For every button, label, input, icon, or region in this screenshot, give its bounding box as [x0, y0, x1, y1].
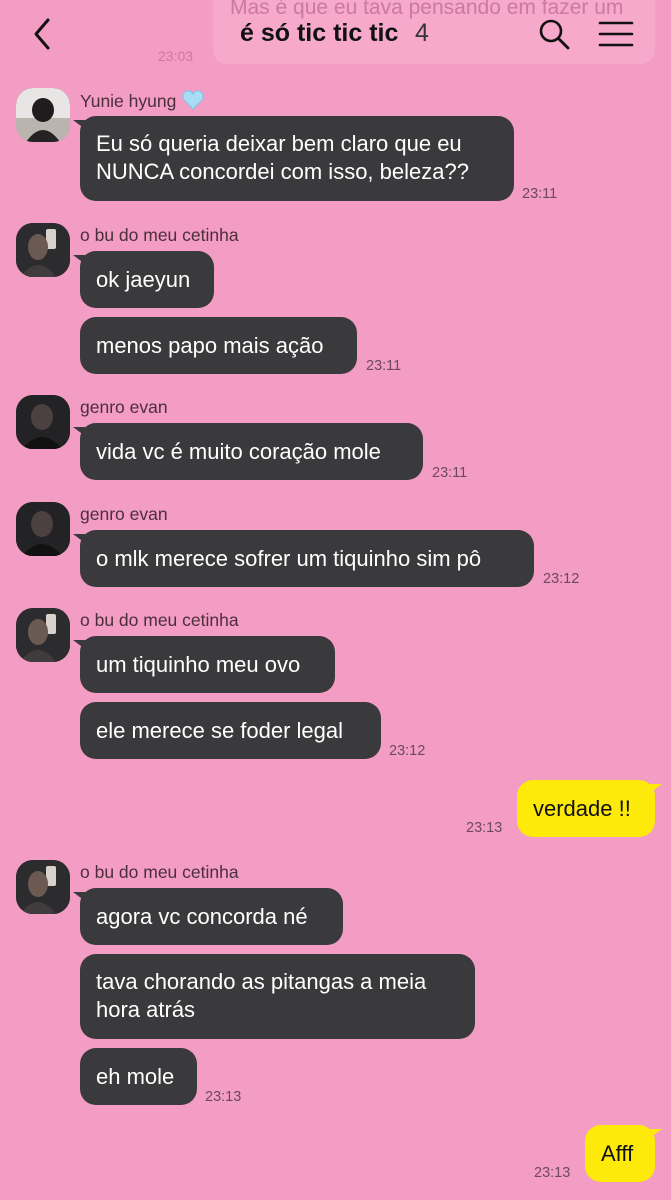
- message-bubble[interactable]: ok jaeyun: [73, 251, 214, 308]
- my-message-bubble[interactable]: Afff: [585, 1125, 662, 1182]
- message-bubble[interactable]: Eu só queria deixar bem claro que eu NUN…: [73, 116, 514, 201]
- chevron-left-icon: [34, 18, 50, 50]
- pinned-preview-time: 23:03: [158, 48, 194, 64]
- chat-header: Mas é que eu tava pensando em fazer um 2…: [0, 0, 671, 70]
- message-bubble[interactable]: agora vc concorda né: [73, 888, 343, 945]
- message-bubble[interactable]: vida vc é muito coração mole: [73, 423, 423, 480]
- profile-photo: [16, 88, 70, 142]
- hamburger-menu-icon: [598, 21, 634, 47]
- back-button[interactable]: [26, 14, 60, 54]
- avatar-o-bu-do-meu-cetinha[interactable]: [16, 860, 70, 914]
- search-button[interactable]: [537, 17, 571, 51]
- message-time: 23:11: [366, 358, 402, 374]
- message-time: 23:11: [432, 465, 468, 481]
- message-bubble[interactable]: o mlk merece sofrer um tiquinho sim pô: [73, 530, 534, 587]
- blue-heart-icon: [182, 90, 205, 110]
- my-message-bubble[interactable]: verdade !!: [517, 780, 662, 837]
- message-time: 23:13: [534, 1165, 571, 1181]
- avatar-genro-evan[interactable]: [16, 395, 70, 449]
- message-time: 23:11: [522, 186, 558, 202]
- message-time: 23:13: [205, 1089, 242, 1105]
- profile-photo: [16, 223, 70, 277]
- chat-title: é só tic tic tic: [240, 19, 399, 47]
- profile-photo: [16, 502, 70, 556]
- message-bubble[interactable]: eh mole: [80, 1048, 197, 1105]
- message-time: 23:12: [389, 743, 426, 759]
- message-time: 23:12: [543, 571, 580, 587]
- message-bubble[interactable]: menos papo mais ação: [80, 317, 357, 374]
- profile-photo: [16, 860, 70, 914]
- sender-name: genro evan: [80, 397, 168, 417]
- message-bubble[interactable]: tava chorando as pitangas a meia hora at…: [80, 954, 475, 1039]
- profile-photo: [16, 608, 70, 662]
- search-icon: [539, 19, 570, 50]
- avatar-o-bu-do-meu-cetinha[interactable]: [16, 608, 70, 662]
- message-bubble[interactable]: ele merece se foder legal: [80, 702, 381, 759]
- sender-name: o bu do meu cetinha: [80, 225, 239, 245]
- pinned-preview-text: Mas é que eu tava pensando em fazer um: [230, 0, 624, 19]
- member-count: 4: [415, 19, 429, 47]
- sender-name: genro evan: [80, 504, 168, 524]
- avatar-yunie-hyung[interactable]: [16, 88, 70, 142]
- sender-name: o bu do meu cetinha: [80, 610, 239, 630]
- avatar-genro-evan[interactable]: [16, 502, 70, 556]
- profile-photo: [16, 395, 70, 449]
- sender-name: Yunie hyung: [80, 90, 205, 112]
- avatar-o-bu-do-meu-cetinha[interactable]: [16, 223, 70, 277]
- menu-button[interactable]: [598, 19, 634, 49]
- message-bubble[interactable]: um tiquinho meu ovo: [73, 636, 335, 693]
- message-time: 23:13: [466, 820, 503, 836]
- sender-name: o bu do meu cetinha: [80, 862, 239, 882]
